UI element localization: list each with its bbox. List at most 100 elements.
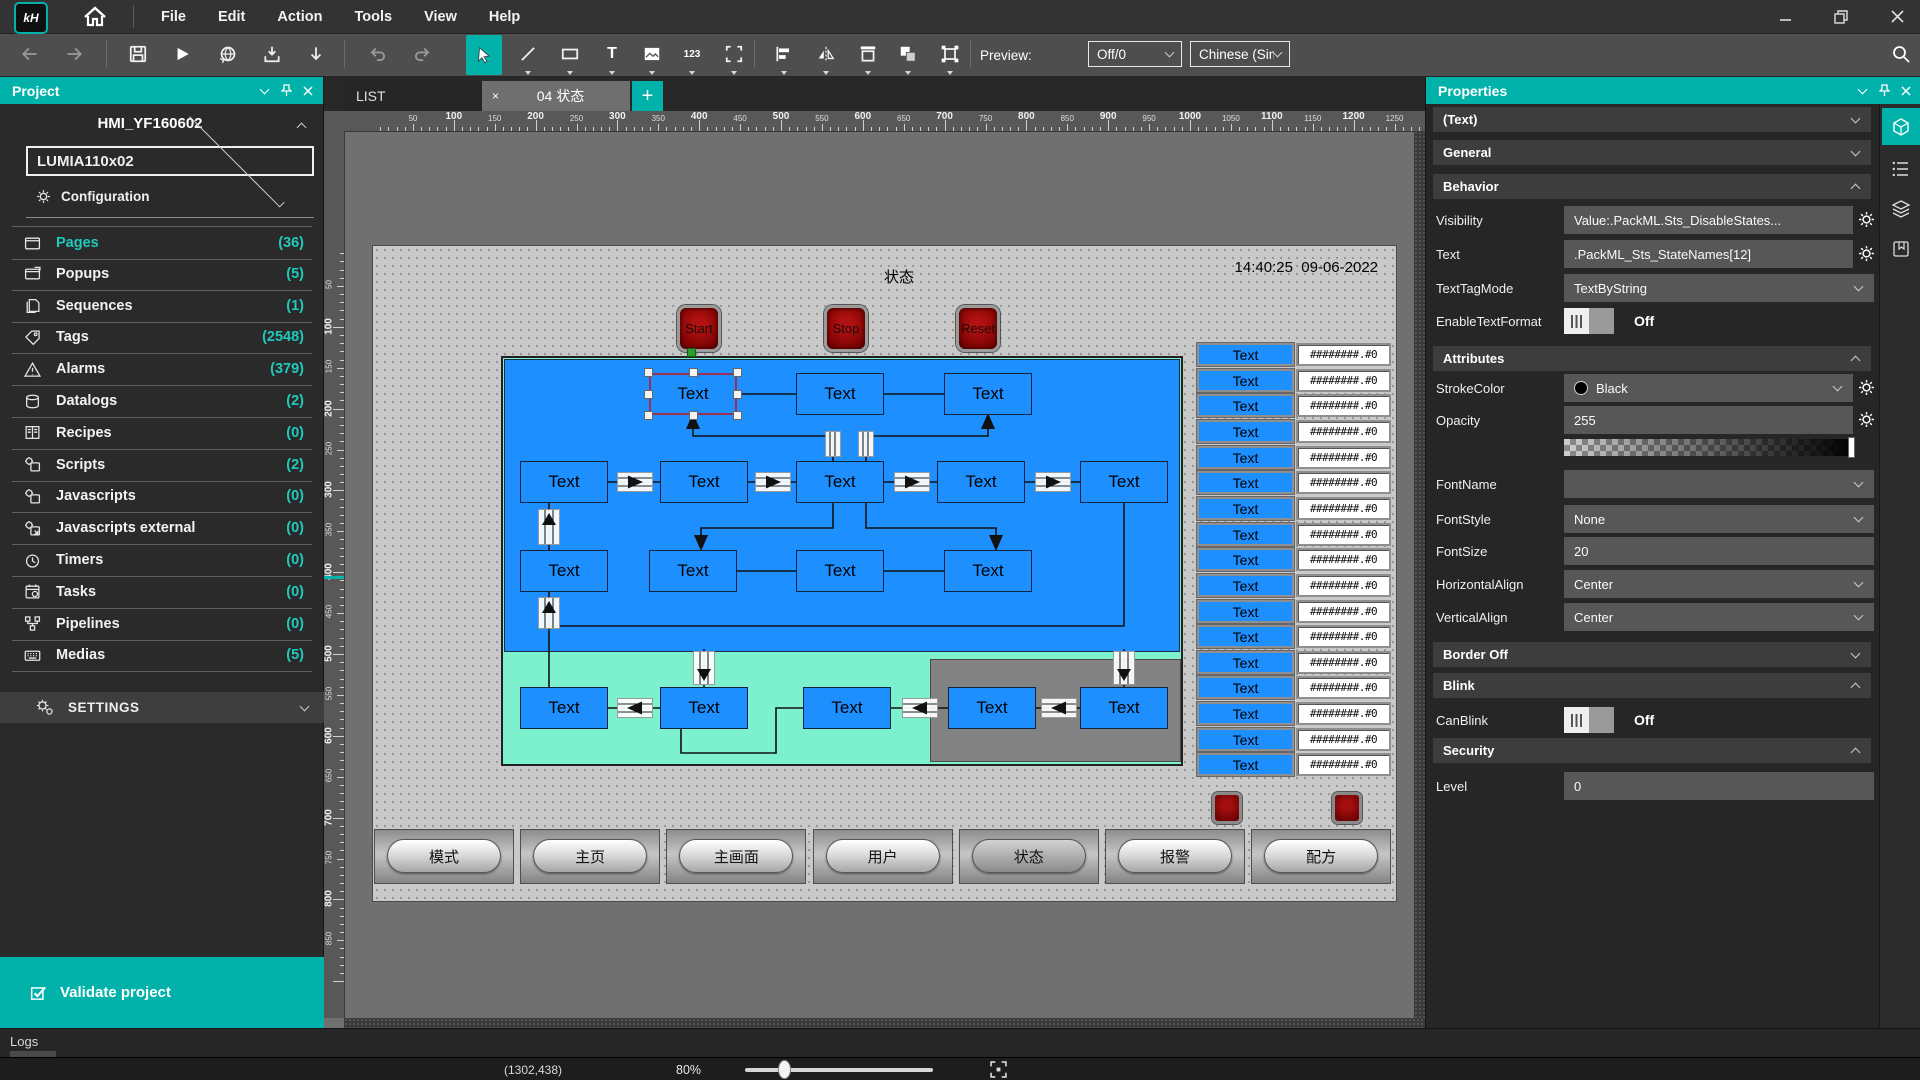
state-box[interactable]: Text [660, 687, 748, 729]
command-button-start[interactable]: Start [677, 305, 721, 352]
enabletextformat-toggle[interactable] [1564, 308, 1614, 334]
state-box[interactable]: Text [944, 550, 1032, 592]
settings-item[interactable]: SETTINGS [0, 692, 324, 723]
text-gear-icon[interactable] [1858, 245, 1875, 262]
connector-anchor-handle[interactable] [687, 348, 696, 357]
state-value-cell[interactable]: ########.#0 [1296, 420, 1391, 443]
section-behavior[interactable]: Behavior [1433, 174, 1871, 199]
sidebar-item-scripts[interactable]: Scripts(2) [12, 449, 312, 482]
transition-left-arrow[interactable] [902, 698, 938, 718]
panel-menu-button[interactable] [253, 89, 275, 93]
state-name-cell[interactable]: Text [1197, 753, 1294, 776]
state-name-cell[interactable]: Text [1197, 600, 1294, 623]
import-button[interactable] [256, 37, 288, 71]
horizontal-scrollbar[interactable] [344, 1018, 1425, 1028]
state-value-cell[interactable]: ########.#0 [1296, 651, 1391, 674]
vertical-scrollbar[interactable] [1414, 131, 1425, 1018]
page-title-text[interactable]: 状态 [859, 266, 939, 287]
select-tool[interactable] [466, 35, 502, 75]
close-button[interactable] [1882, 5, 1912, 29]
state-name-cell[interactable]: Text [1197, 728, 1294, 751]
state-name-cell[interactable]: Text [1197, 471, 1294, 494]
fontstyle-select[interactable]: None [1564, 505, 1874, 533]
sidebar-item-javascripts-external[interactable]: Javascripts external(0) [12, 512, 312, 545]
tab-close-icon[interactable]: × [492, 89, 499, 103]
state-value-cell[interactable]: ########.#0 [1296, 728, 1391, 751]
state-value-cell[interactable]: ########.#0 [1296, 394, 1391, 417]
image-tool[interactable] [636, 37, 668, 71]
section-security[interactable]: Security [1433, 738, 1871, 763]
transition-bar-arrow[interactable] [825, 431, 841, 457]
transition-left-arrow[interactable] [1041, 698, 1077, 718]
sidebar-item-recipes[interactable]: Recipes(0) [12, 417, 312, 450]
fit-to-screen-button[interactable] [990, 1061, 1007, 1078]
transition-down-arrow[interactable] [693, 651, 715, 685]
language-select[interactable]: Chinese (Simplified, [1190, 41, 1290, 67]
selection-handle[interactable] [644, 411, 653, 420]
state-box[interactable]: Text [796, 373, 884, 415]
zoom-slider[interactable] [745, 1068, 933, 1072]
selection-handle[interactable] [689, 411, 698, 420]
state-box[interactable]: Text [520, 461, 608, 503]
state-value-cell[interactable]: ########.#0 [1296, 343, 1391, 366]
publish-button[interactable] [212, 37, 244, 71]
state-name-cell[interactable]: Text [1197, 420, 1294, 443]
sidebar-item-javascripts[interactable]: Javascripts(0) [12, 480, 312, 513]
add-page-button[interactable]: + [632, 81, 663, 111]
sidebar-item-sequences[interactable]: Sequences(1) [12, 290, 312, 323]
transition-right-arrow[interactable] [617, 472, 653, 492]
fontname-select[interactable] [1564, 470, 1874, 498]
tab-LIST[interactable]: LIST [342, 81, 482, 111]
sidebar-item-medias[interactable]: Medias(5) [12, 639, 312, 672]
state-value-cell[interactable]: ########.#0 [1296, 497, 1391, 520]
number-tool[interactable]: 123 [676, 37, 708, 71]
state-value-cell[interactable]: ########.#0 [1296, 369, 1391, 392]
undo-button[interactable] [362, 37, 394, 71]
state-box[interactable]: Text [1080, 461, 1168, 503]
transition-right-arrow[interactable] [1035, 472, 1071, 492]
indicator-lamp[interactable] [1332, 792, 1362, 824]
state-name-cell[interactable]: Text [1197, 625, 1294, 648]
selection-handle[interactable] [733, 411, 742, 420]
state-value-cell[interactable]: ########.#0 [1296, 574, 1391, 597]
home-button[interactable] [78, 3, 112, 30]
zoom-slider-handle[interactable] [778, 1060, 791, 1079]
state-name-cell[interactable]: Text [1197, 394, 1294, 417]
preview-mode-select[interactable]: Off/0 [1088, 41, 1182, 67]
tab-layers[interactable] [1882, 190, 1920, 227]
section-border[interactable]: Border Off [1433, 642, 1871, 667]
strokecolor-gear-icon[interactable] [1858, 379, 1875, 396]
command-button-reset[interactable]: Reset [956, 305, 1000, 352]
verticalalign-select[interactable]: Center [1564, 603, 1874, 631]
state-box[interactable]: Text [649, 550, 737, 592]
sidebar-item-alarms[interactable]: Alarms(379) [12, 353, 312, 386]
section-general[interactable]: General [1433, 140, 1871, 165]
state-box[interactable]: Text [944, 373, 1032, 415]
menu-action[interactable]: Action [268, 9, 331, 25]
state-box[interactable]: Text [796, 461, 884, 503]
device-select[interactable]: LUMIA110x02 [26, 146, 314, 176]
configuration-item[interactable]: Configuration [36, 185, 149, 207]
state-box[interactable]: Text [803, 687, 891, 729]
state-box[interactable]: Text [520, 550, 608, 592]
transition-left-arrow[interactable] [617, 698, 653, 718]
sidebar-item-pages[interactable]: Pages(36) [12, 226, 312, 260]
state-name-cell[interactable]: Text [1197, 702, 1294, 725]
canblink-toggle[interactable] [1564, 707, 1614, 733]
selection-handle[interactable] [689, 368, 698, 377]
selection-handle[interactable] [644, 390, 653, 399]
state-value-cell[interactable]: ########.#0 [1296, 702, 1391, 725]
restore-button[interactable] [1826, 5, 1856, 29]
visibility-field[interactable]: Value:.PackML.Sts_DisableStates... [1564, 206, 1853, 234]
nav-button-用户[interactable]: 用户 [826, 839, 940, 873]
nav-button-模式[interactable]: 模式 [387, 839, 501, 873]
section-blink[interactable]: Blink [1433, 673, 1871, 698]
pin-button[interactable] [275, 84, 297, 97]
panel-close-button[interactable] [297, 86, 319, 96]
element-type-select[interactable]: (Text) [1433, 107, 1871, 132]
level-field[interactable]: 0 [1564, 772, 1874, 800]
flip-tool[interactable] [810, 37, 842, 71]
transition-right-arrow[interactable] [755, 472, 791, 492]
visibility-gear-icon[interactable] [1858, 211, 1875, 228]
nav-forward-button[interactable] [58, 37, 90, 71]
